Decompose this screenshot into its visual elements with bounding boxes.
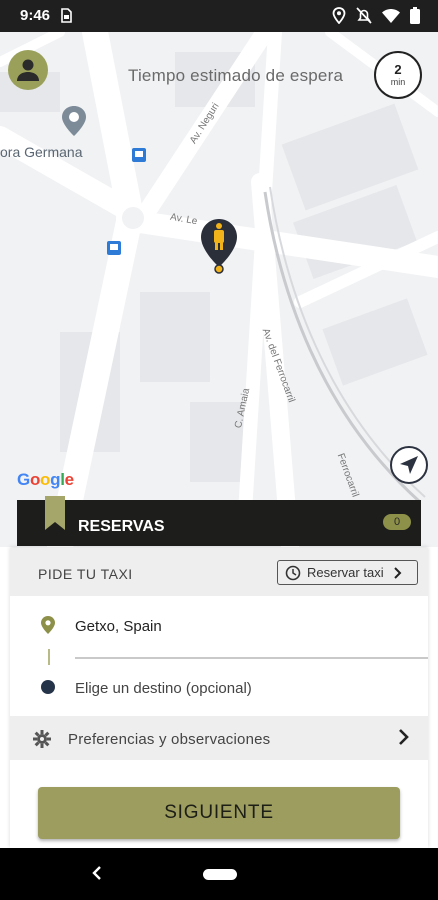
bus-stop-icon: [107, 241, 121, 255]
destination-dot-icon: [41, 680, 55, 694]
wait-time-value: 2: [394, 62, 402, 77]
profile-avatar-button[interactable]: [8, 50, 48, 90]
wifi-icon: [382, 8, 400, 23]
origin-pin-icon: [41, 616, 55, 634]
destination-field[interactable]: Elige un destino (opcional): [75, 680, 252, 697]
reservas-label: RESERVAS: [78, 518, 165, 535]
poi-place-icon: [62, 106, 86, 136]
navigation-arrow-icon: [400, 456, 418, 474]
reservas-count-badge: 0: [383, 514, 411, 530]
status-bar: 9:46: [0, 0, 438, 32]
notifications-off-icon: [356, 7, 372, 24]
user-location-pin-icon: [201, 219, 237, 274]
sim-icon: [61, 8, 72, 23]
map-place-label: ora Germana: [0, 144, 83, 160]
person-icon: [17, 59, 39, 81]
home-pill[interactable]: [203, 869, 237, 880]
origin-field[interactable]: Getxo, Spain: [75, 618, 162, 635]
chevron-right-icon: [393, 566, 401, 579]
estimated-wait-label: Tiempo estimado de espera: [128, 66, 344, 85]
bookmark-ribbon-icon: [45, 496, 65, 530]
status-time: 9:46: [20, 7, 51, 24]
battery-icon: [410, 7, 420, 24]
my-location-button[interactable]: [390, 446, 428, 484]
estimated-wait-badge: 2 min: [374, 51, 422, 99]
clock-icon: [285, 565, 301, 580]
bus-stop-icon: [132, 148, 146, 162]
gear-icon: [33, 730, 51, 748]
pide-taxi-title: PIDE TU TAXI: [38, 566, 133, 582]
chevron-right-icon: [399, 729, 409, 745]
route-connector: [48, 649, 50, 665]
wait-time-unit: min: [390, 77, 406, 87]
google-logo: Google: [17, 470, 74, 489]
preferences-label: Preferencias y observaciones: [68, 731, 271, 748]
location-icon: [332, 7, 346, 24]
reservar-taxi-button[interactable]: Reservar taxi: [277, 560, 418, 585]
reservar-taxi-label: Reservar taxi: [307, 565, 384, 580]
field-divider: [75, 657, 428, 659]
back-icon[interactable]: [90, 864, 104, 882]
siguiente-button[interactable]: SIGUIENTE: [38, 787, 400, 839]
